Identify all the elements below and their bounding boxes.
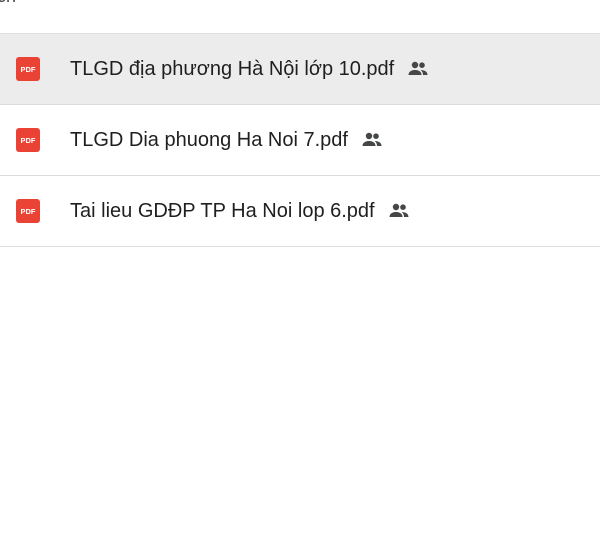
search-label-clipped: rch (0, 0, 16, 7)
pdf-icon-text: PDF (21, 207, 36, 216)
file-row[interactable]: PDF TLGD địa phương Hà Nội lớp 10.pdf (0, 34, 600, 105)
file-name: TLGD địa phương Hà Nội lớp 10.pdf (70, 57, 430, 81)
file-row[interactable]: PDF TLGD Dia phuong Ha Noi 7.pdf (0, 105, 600, 176)
file-name-text: Tai lieu GDĐP TP Ha Noi lop 6.pdf (70, 200, 375, 222)
file-name-text: TLGD Dia phuong Ha Noi 7.pdf (70, 129, 348, 151)
file-row[interactable]: PDF Tai lieu GDĐP TP Ha Noi lop 6.pdf (0, 176, 600, 247)
shared-people-icon (387, 199, 411, 223)
pdf-icon: PDF (16, 57, 40, 81)
file-name: Tai lieu GDĐP TP Ha Noi lop 6.pdf (70, 199, 411, 223)
pdf-icon-text: PDF (21, 136, 36, 145)
pdf-icon: PDF (16, 128, 40, 152)
pdf-icon: PDF (16, 199, 40, 223)
shared-people-icon (406, 57, 430, 81)
file-name: TLGD Dia phuong Ha Noi 7.pdf (70, 128, 384, 152)
file-browser: rch PDF TLGD địa phương Hà Nội lớp 10.pd… (0, 0, 600, 537)
shared-people-icon (360, 128, 384, 152)
file-list: PDF TLGD địa phương Hà Nội lớp 10.pdf PD… (0, 33, 600, 247)
pdf-icon-text: PDF (21, 65, 36, 74)
file-name-text: TLGD địa phương Hà Nội lớp 10.pdf (70, 58, 395, 80)
